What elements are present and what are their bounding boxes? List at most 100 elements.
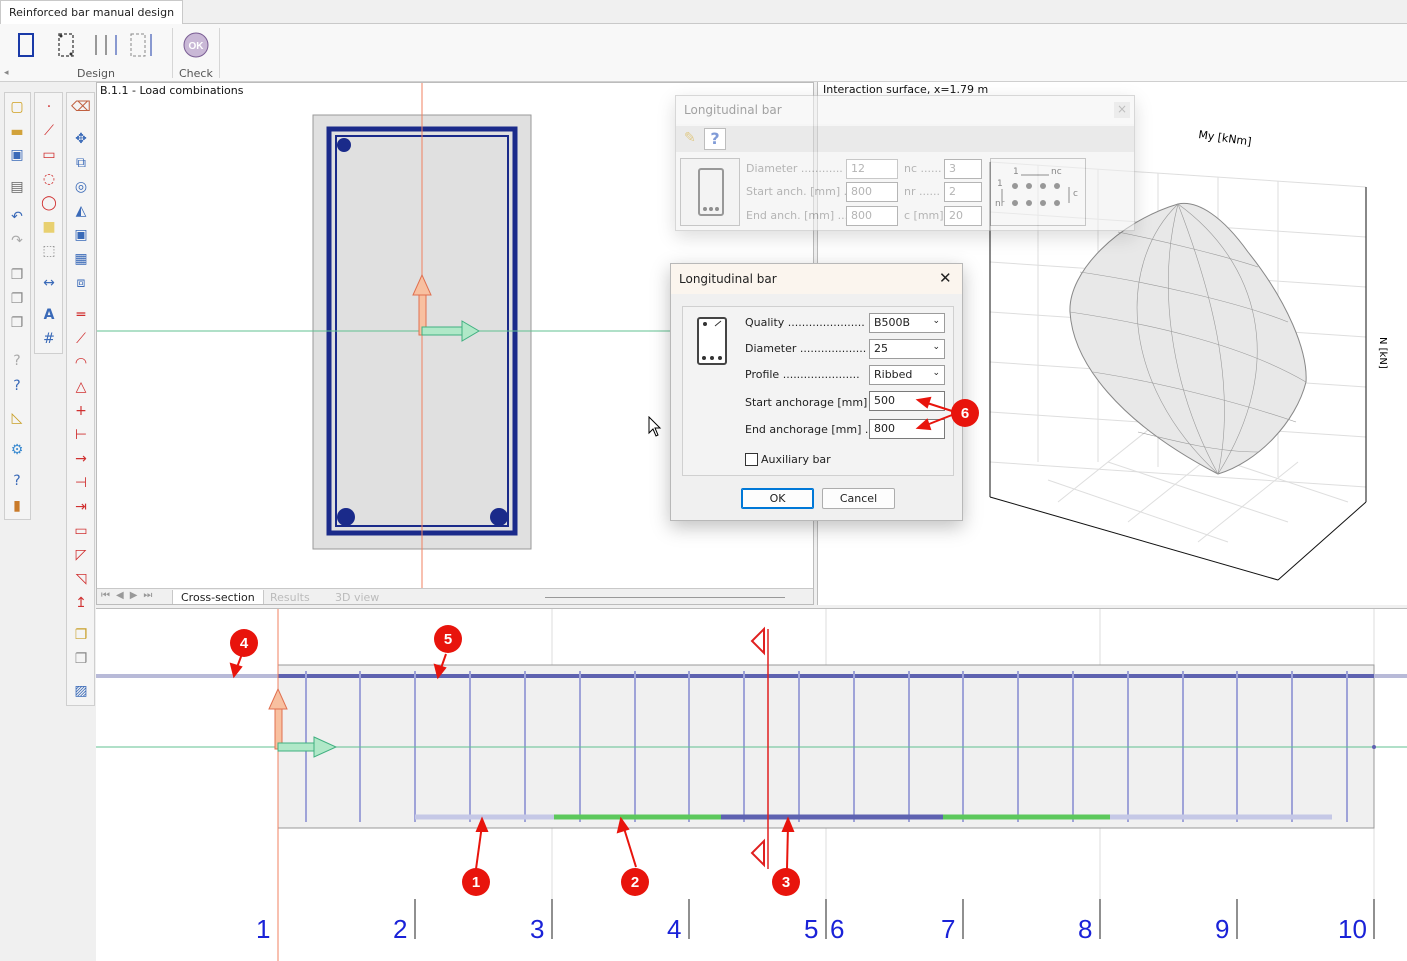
- hash-icon[interactable]: #: [39, 329, 59, 349]
- gear-icon[interactable]: ⚙: [7, 440, 27, 460]
- profile-label: Profile ......................: [745, 368, 860, 381]
- auxiliary-bar-checkbox[interactable]: [745, 453, 758, 466]
- layers-icon[interactable]: ❐: [71, 625, 91, 645]
- fill-icon[interactable]: ■: [39, 217, 59, 237]
- draw-toolbar: · ⟋ ▭ ◌ ◯ ■ ⬚ ↔ A #: [34, 92, 63, 354]
- section-number-4: 4: [667, 914, 682, 944]
- ok-button[interactable]: OK: [741, 488, 814, 509]
- quality-select[interactable]: B500B ⌄: [869, 313, 945, 333]
- extend-icon[interactable]: →: [71, 449, 91, 469]
- line-icon[interactable]: ⟋: [39, 121, 59, 141]
- help-icon[interactable]: ?: [7, 471, 27, 491]
- rectangle-section-icon[interactable]: [12, 30, 40, 60]
- rotate-icon[interactable]: ◎: [71, 177, 91, 197]
- trim-icon[interactable]: ⊣: [71, 473, 91, 493]
- dimension-icon[interactable]: ↔: [39, 273, 59, 293]
- help-arrow-icon[interactable]: ?: [7, 351, 27, 371]
- tab-results[interactable]: Results: [262, 590, 318, 604]
- duplicate-icon[interactable]: ❐: [7, 313, 27, 333]
- bg-diameter-select[interactable]: 12: [846, 159, 898, 179]
- tab-reinforced-bar-manual-design[interactable]: Reinforced bar manual design: [0, 0, 184, 25]
- cover-icon[interactable]: [128, 30, 156, 60]
- stirrup-icon[interactable]: [52, 30, 80, 60]
- array-icon[interactable]: ▦: [71, 249, 91, 269]
- marker-5: 5: [434, 625, 462, 653]
- scale-icon[interactable]: ▣: [71, 225, 91, 245]
- ribbon-separator: [172, 28, 173, 78]
- circle-icon[interactable]: ◯: [39, 193, 59, 213]
- ribbon-collapse-icon[interactable]: ◂: [4, 68, 9, 78]
- bg-nc-field[interactable]: 3: [944, 159, 982, 179]
- bg-nc-label: nc ......: [904, 162, 942, 175]
- svg-text:My [kNm]: My [kNm]: [1198, 128, 1253, 148]
- layers2-icon[interactable]: ❐: [71, 649, 91, 669]
- rectangle-icon[interactable]: ▭: [39, 145, 59, 165]
- arc2-icon[interactable]: ◠: [71, 353, 91, 373]
- fillet-icon[interactable]: ◹: [71, 569, 91, 589]
- move-icon[interactable]: ✥: [71, 129, 91, 149]
- frame-icon[interactable]: ▭: [71, 521, 91, 541]
- check-ok-icon[interactable]: OK: [182, 30, 210, 60]
- profile-select[interactable]: Ribbed ⌄: [869, 365, 945, 385]
- offset-icon[interactable]: ⇥: [71, 497, 91, 517]
- section-number-8: 8: [1078, 914, 1093, 944]
- hatch-icon[interactable]: ▨: [71, 681, 91, 701]
- save-icon[interactable]: ▣: [7, 145, 27, 165]
- cross-icon[interactable]: +: [71, 401, 91, 421]
- cancel-button[interactable]: Cancel: [822, 488, 895, 509]
- scheme-c-label: c: [1073, 189, 1078, 199]
- longitudinal-bar-dialog-background: Longitudinal bar × ✎ ? Diameter ........…: [675, 95, 1135, 231]
- pencil-icon[interactable]: ✎: [684, 130, 696, 146]
- section-number-10: 10: [1338, 914, 1367, 944]
- undo-icon[interactable]: ↶: [7, 207, 27, 227]
- horizontal-scrollbar[interactable]: [545, 597, 785, 598]
- eraser-icon[interactable]: ⌫: [71, 97, 91, 117]
- dialog-bg-close-button[interactable]: ×: [1114, 102, 1130, 118]
- new-file-icon[interactable]: ▢: [7, 97, 27, 117]
- marker-2: 2: [621, 868, 649, 896]
- ruler-icon[interactable]: ◺: [7, 408, 27, 428]
- section-number-9: 9: [1215, 914, 1230, 944]
- marker-3: 3: [772, 868, 800, 896]
- box-icon[interactable]: ⬚: [39, 241, 59, 261]
- diameter-select[interactable]: 25 ⌄: [869, 339, 945, 359]
- bg-nr-field[interactable]: 2: [944, 182, 982, 202]
- open-folder-icon[interactable]: ▬: [7, 122, 27, 142]
- hline-icon[interactable]: ═: [71, 305, 91, 325]
- scheme-one-vertical-label: 1: [997, 179, 1003, 189]
- bg-c-label: c [mm]: [904, 209, 944, 222]
- end-anchorage-label: End anchorage [mm] ....: [745, 423, 879, 436]
- bg-end-anchorage-field[interactable]: 800: [846, 206, 898, 226]
- quality-label: Quality ......................: [745, 316, 865, 329]
- longitudinal-section-pane[interactable]: 1 2 3 4 5 1 2 3 4 5 6 7 8 9 10: [96, 608, 1407, 961]
- bg-c-field[interactable]: 20: [944, 206, 982, 226]
- help-button[interactable]: ?: [704, 128, 726, 150]
- context-help-icon[interactable]: ?: [7, 376, 27, 396]
- copy-icon[interactable]: ❐: [7, 265, 27, 285]
- dialog-bg-title: Longitudinal bar: [684, 103, 782, 117]
- print-icon[interactable]: ▤: [7, 177, 27, 197]
- mirror-icon[interactable]: ◭: [71, 201, 91, 221]
- paste-icon[interactable]: ❐: [7, 289, 27, 309]
- arc-icon[interactable]: ◌: [39, 169, 59, 189]
- svg-text:N [kN]: N [kN]: [1377, 337, 1388, 369]
- copy-move-icon[interactable]: ⧉: [71, 153, 91, 173]
- point-icon[interactable]: ·: [39, 97, 59, 117]
- tab-cross-section[interactable]: Cross-section: [172, 590, 264, 604]
- triangle-icon[interactable]: △: [71, 377, 91, 397]
- bar-spacing-icon[interactable]: [92, 30, 120, 60]
- chamfer-icon[interactable]: ◸: [71, 545, 91, 565]
- tab-3d-view[interactable]: 3D view: [327, 590, 387, 604]
- redo-icon[interactable]: ↷: [7, 231, 27, 251]
- group-icon[interactable]: ⧈: [71, 273, 91, 293]
- bg-start-anchorage-field[interactable]: 800: [846, 182, 898, 202]
- book-icon[interactable]: ▮: [7, 496, 27, 516]
- bg-nr-label: nr ......: [904, 185, 940, 198]
- spacing-icon[interactable]: ⊢: [71, 425, 91, 445]
- polyline-icon[interactable]: ⟋: [71, 329, 91, 349]
- dialog-close-button[interactable]: ✕: [939, 269, 952, 287]
- axis-icon[interactable]: ↥: [71, 593, 91, 613]
- text-icon[interactable]: A: [39, 305, 59, 325]
- tab-nav-arrows[interactable]: ⏮◀▶⏭: [101, 590, 158, 601]
- dialog-title: Longitudinal bar: [679, 272, 777, 286]
